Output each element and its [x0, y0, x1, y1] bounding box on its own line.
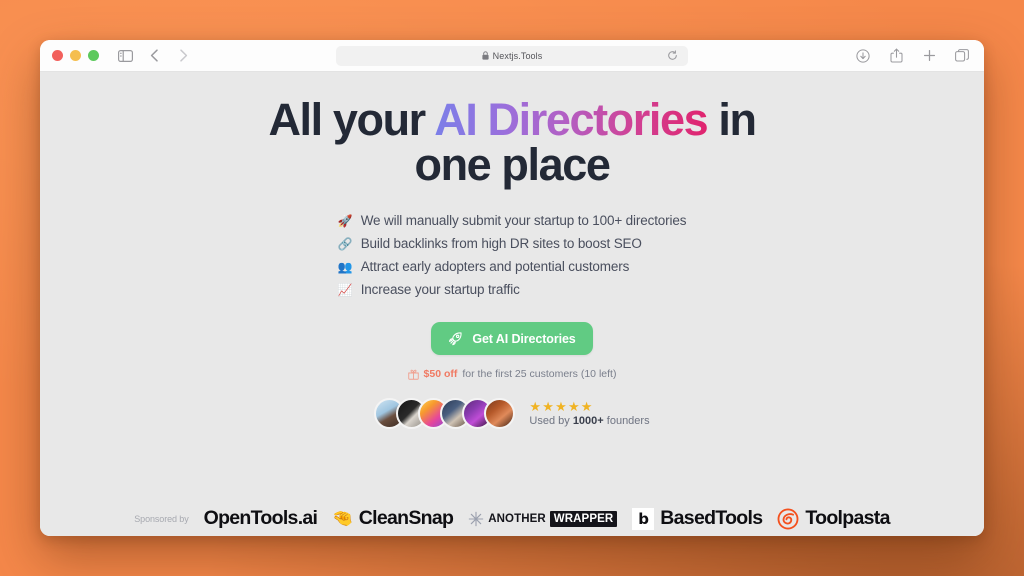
list-item: 🔗 Build backlinks from high DR sites to … [338, 236, 687, 251]
sidebar-toggle-icon[interactable] [115, 46, 135, 66]
toolbar-right-icons [853, 46, 972, 66]
sponsor-basedtools[interactable]: b BasedTools [632, 507, 763, 530]
get-ai-directories-button[interactable]: Get AI Directories [431, 322, 593, 355]
sponsor-toolpasta[interactable]: Toolpasta [777, 507, 890, 530]
cta-label: Get AI Directories [472, 331, 576, 346]
sponsors-bar: Sponsored by OpenTools.ai 🤏 CleanSnap AN… [40, 507, 984, 530]
bullet-text: Attract early adopters and potential cus… [360, 259, 630, 274]
orange-swirl-logo-icon [777, 508, 799, 530]
list-item: 🚀 We will manually submit your startup t… [338, 213, 687, 228]
offer-price: $50 off [423, 368, 458, 380]
address-text: Nextjs.Tools [492, 50, 543, 61]
new-tab-icon[interactable] [919, 46, 939, 66]
bullet-text: Increase your startup traffic [360, 282, 520, 297]
sponsored-by-label: Sponsored by [134, 513, 189, 524]
feature-bullet-list: 🚀 We will manually submit your startup t… [338, 213, 687, 297]
social-proof-text: ★★★★★ Used by 1000+ founders [529, 400, 649, 427]
list-item: 📈 Increase your startup traffic [338, 282, 687, 297]
back-icon[interactable] [144, 46, 164, 66]
link-icon: 🔗 [337, 236, 353, 251]
b-letter-logo-icon: b [632, 507, 655, 530]
avatar-stack [374, 398, 516, 429]
gift-icon [407, 369, 419, 380]
download-icon[interactable] [853, 46, 873, 66]
used-by-suffix: founders [603, 415, 650, 427]
star-rating: ★★★★★ [529, 399, 594, 414]
traffic-lights [52, 50, 99, 61]
share-icon[interactable] [886, 46, 906, 66]
chart-increasing-icon: 📈 [337, 282, 353, 297]
sponsor-name-plain: ANOTHER [488, 512, 546, 525]
sponsor-name: OpenTools.ai [203, 507, 318, 529]
asterisk-icon [468, 511, 484, 527]
avatar [484, 398, 516, 429]
list-item: 👥 Attract early adopters and potential c… [338, 259, 687, 274]
sponsor-another-wrapper[interactable]: ANOTHER WRAPPER [468, 510, 618, 527]
pinching-hand-icon: 🤏 [332, 508, 353, 528]
headline-gradient-text: AI Directories [434, 94, 708, 145]
browser-window: Nextjs.Tools All your AI Directories in … [40, 40, 984, 536]
sponsor-name: Toolpasta [805, 507, 890, 529]
used-by-text: Used by 1000+ founders [529, 415, 649, 427]
used-by-count: 1000+ [572, 415, 604, 427]
sponsor-name: BasedTools [660, 507, 763, 529]
sponsor-cleansnap[interactable]: 🤏 CleanSnap [332, 507, 454, 530]
headline-line-two: one place [414, 139, 611, 190]
rocket-icon: 🚀 [337, 213, 353, 228]
maximize-window-button[interactable] [88, 50, 99, 61]
page-headline: All your AI Directories in one place [268, 94, 757, 190]
headline-suffix: in [707, 94, 757, 145]
minimize-window-button[interactable] [70, 50, 81, 61]
browser-toolbar: Nextjs.Tools [40, 40, 984, 72]
rocket-outline-icon [448, 331, 463, 346]
sponsor-name: CleanSnap [358, 507, 454, 529]
tab-overview-icon[interactable] [952, 46, 972, 66]
headline-prefix: All your [268, 94, 435, 145]
forward-icon[interactable] [173, 46, 193, 66]
bullet-text: Build backlinks from high DR sites to bo… [360, 236, 642, 251]
close-window-button[interactable] [52, 50, 63, 61]
navigation-controls [115, 46, 193, 66]
offer-detail: for the first 25 customers (10 left) [462, 368, 617, 380]
cta-section: Get AI Directories $50 off for the first… [407, 322, 617, 380]
offer-banner: $50 off for the first 25 customers (10 l… [407, 368, 617, 380]
social-proof: ★★★★★ Used by 1000+ founders [374, 398, 650, 429]
reload-icon[interactable] [662, 46, 682, 66]
sponsor-name-boxed: WRAPPER [549, 510, 618, 527]
lock-icon [482, 51, 489, 60]
address-bar[interactable]: Nextjs.Tools [336, 45, 688, 66]
people-icon: 👥 [337, 259, 353, 274]
used-by-prefix: Used by [529, 415, 573, 427]
page-content: All your AI Directories in one place 🚀 W… [40, 72, 984, 536]
bullet-text: We will manually submit your startup to … [360, 213, 687, 228]
sponsor-opentools[interactable]: OpenTools.ai [204, 507, 318, 530]
